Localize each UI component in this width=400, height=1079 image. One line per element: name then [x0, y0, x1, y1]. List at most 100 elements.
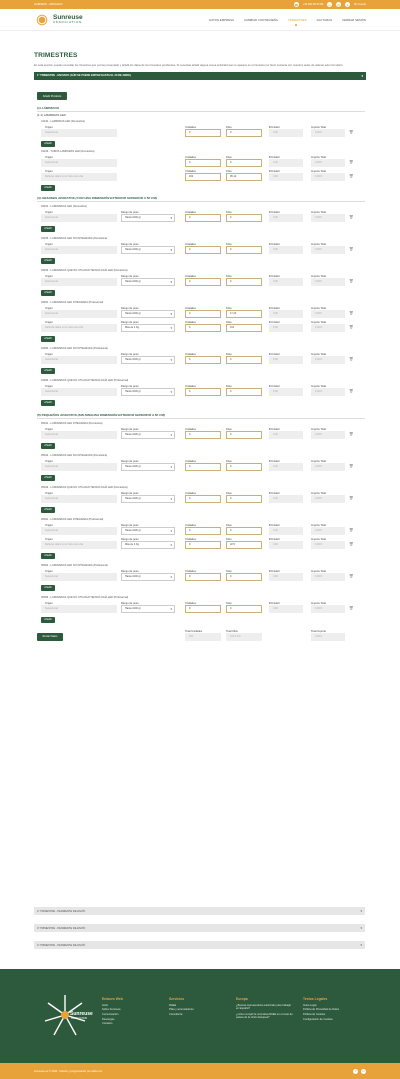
- rango-select[interactable]: Hasta 1000 gr: [121, 387, 175, 396]
- add-row-button[interactable]: Añadir: [41, 506, 55, 513]
- unidades-input[interactable]: 0: [185, 540, 221, 549]
- kilos-input[interactable]: 0: [226, 604, 262, 613]
- rango-select[interactable]: Hasta 1000 gr: [121, 604, 175, 613]
- rango-select[interactable]: Más de 4 Kg: [121, 540, 175, 549]
- quarter-2-header[interactable]: 2º TRIMESTRE - PENDIENTE DE ENVÍO ▾: [34, 907, 365, 915]
- rango-select[interactable]: Más de 4 Kg: [121, 323, 175, 332]
- add-row-button[interactable]: Añadir: [41, 335, 55, 342]
- add-row-button[interactable]: Añadir: [41, 552, 55, 559]
- footer-link[interactable]: Contacto: [102, 1022, 157, 1027]
- kilos-input[interactable]: 0: [226, 245, 262, 254]
- kilos-input[interactable]: 22,5: [226, 540, 262, 549]
- account-link[interactable]: Mi Cuenta: [354, 3, 366, 6]
- nav-datos-empresa[interactable]: DATOS EMPRESA: [209, 18, 234, 22]
- origen-input[interactable]: Seleccionar: [41, 213, 117, 222]
- trash-icon[interactable]: 🗑: [349, 311, 353, 315]
- rango-select[interactable]: Hasta 1000 gr: [121, 494, 175, 503]
- kilos-input[interactable]: 0: [226, 355, 262, 364]
- unidades-input[interactable]: 162: [185, 172, 221, 181]
- kilos-input[interactable]: 95,12: [226, 172, 262, 181]
- linkedin-icon[interactable]: in: [361, 1068, 366, 1074]
- origen-input[interactable]: Seleccionar: [41, 309, 117, 318]
- trash-icon[interactable]: 🗑: [349, 174, 353, 178]
- add-row-button[interactable]: Añadir: [41, 399, 55, 406]
- trash-icon[interactable]: 🗑: [349, 606, 353, 610]
- origen-input[interactable]: Seleccionar: [41, 604, 117, 613]
- unidades-input[interactable]: 0: [185, 430, 221, 439]
- trash-icon[interactable]: 🗑: [349, 464, 353, 468]
- kilos-input[interactable]: 0: [226, 494, 262, 503]
- add-row-button[interactable]: Añadir: [41, 225, 55, 232]
- kilos-input[interactable]: 0: [226, 572, 262, 581]
- unidades-input[interactable]: 0: [185, 526, 221, 535]
- kilos-input[interactable]: 0: [226, 213, 262, 222]
- rango-select[interactable]: Hasta 1000 gr: [121, 309, 175, 318]
- trash-icon[interactable]: 🗑: [349, 130, 353, 134]
- unidades-input[interactable]: 0: [185, 309, 221, 318]
- top-phone[interactable]: +34 960 66 56 80: [303, 3, 323, 6]
- unidades-input[interactable]: 0: [185, 323, 221, 332]
- trash-icon[interactable]: 🗑: [349, 325, 353, 329]
- trash-icon[interactable]: 🗑: [349, 496, 353, 500]
- kilos-input[interactable]: 0: [226, 387, 262, 396]
- trash-icon[interactable]: 🗑: [349, 279, 353, 283]
- origen-input[interactable]: Rellenar datos en el resto de la liá: [41, 323, 117, 332]
- unidades-input[interactable]: 0: [185, 462, 221, 471]
- quarter-1-header[interactable]: 1º TRIMESTRE - ENVIADO (AÚN SE PUEDE EDI…: [34, 71, 366, 80]
- rango-select[interactable]: Hasta 1000 gr: [121, 213, 175, 222]
- rango-select[interactable]: Hasta 1000 gr: [121, 277, 175, 286]
- trash-icon[interactable]: 🗑: [349, 528, 353, 532]
- nav-facturas[interactable]: FACTURAS: [317, 18, 332, 22]
- origen-input[interactable]: Seleccionar: [41, 277, 117, 286]
- origen-input[interactable]: Seleccionar: [41, 572, 117, 581]
- footer-link[interactable]: ¿Buscas representante autorizado para tr…: [236, 1004, 294, 1011]
- kilos-input[interactable]: 0: [226, 526, 262, 535]
- nav-cambiar-contrasena[interactable]: CAMBIAR CONTRASEÑA: [244, 18, 278, 22]
- kilos-input[interactable]: 17,23: [226, 309, 262, 318]
- add-row-button[interactable]: Añadir: [41, 289, 55, 296]
- unidades-input[interactable]: 0: [185, 355, 221, 364]
- quarter-3-header[interactable]: 3º TRIMESTRE - PENDIENTE DE ENVÍO ▾: [34, 924, 365, 932]
- unidades-input[interactable]: 0: [185, 128, 221, 137]
- unidades-input[interactable]: 0: [185, 158, 221, 167]
- unidades-input[interactable]: 0: [185, 213, 221, 222]
- origen-input[interactable]: Seleccionar: [41, 430, 117, 439]
- nav-trimestres[interactable]: TRIMESTRES: [288, 18, 307, 26]
- add-row-button[interactable]: Añadir: [41, 584, 55, 591]
- add-row-button[interactable]: Añadir: [41, 474, 55, 481]
- kilos-input[interactable]: 0: [226, 128, 262, 137]
- rango-select[interactable]: Hasta 1000 gr: [121, 355, 175, 364]
- kilos-input[interactable]: 0: [226, 277, 262, 286]
- trash-icon[interactable]: 🗑: [349, 215, 353, 219]
- origen-input[interactable]: Rellenar datos en el resto de la liá: [41, 540, 117, 549]
- add-row-button[interactable]: Añadir: [41, 616, 55, 623]
- unidades-input[interactable]: 0: [185, 245, 221, 254]
- kilos-input[interactable]: 0: [226, 158, 262, 167]
- nav-cerrar-sesion[interactable]: CERRAR SESIÓN: [342, 18, 366, 22]
- origen-input[interactable]: Seleccionar: [41, 128, 117, 137]
- add-row-button[interactable]: Añadir: [41, 257, 55, 264]
- trash-icon[interactable]: 🗑: [349, 389, 353, 393]
- unidades-input[interactable]: 0: [185, 277, 221, 286]
- rango-select[interactable]: Hasta 1000 gr: [121, 245, 175, 254]
- footer-link[interactable]: ¿Cómo cumplir la normativa RAEE en el re…: [236, 1013, 294, 1020]
- kilos-input[interactable]: 0: [226, 462, 262, 471]
- origen-input[interactable]: Seleccionar: [41, 526, 117, 535]
- add-product-button[interactable]: Añadir Producto: [37, 92, 67, 101]
- footer-link[interactable]: Configuración de Cookies: [303, 1018, 363, 1023]
- trash-icon[interactable]: 🗑: [349, 357, 353, 361]
- trash-icon[interactable]: 🗑: [349, 432, 353, 436]
- kilos-input[interactable]: 0: [226, 430, 262, 439]
- origen-input[interactable]: Seleccionar: [41, 245, 117, 254]
- logo[interactable]: Sunreuse ASSOCIATION: [34, 11, 83, 28]
- origen-input[interactable]: Seleccionar: [41, 462, 117, 471]
- unidades-input[interactable]: 0: [185, 387, 221, 396]
- trash-icon[interactable]: 🗑: [349, 160, 353, 164]
- rango-select[interactable]: Hasta 1000 gr: [121, 430, 175, 439]
- origen-input[interactable]: Seleccionar: [41, 355, 117, 364]
- footer-link[interactable]: Consultoría: [169, 1013, 229, 1018]
- rango-select[interactable]: Hasta 1000 gr: [121, 526, 175, 535]
- rango-select[interactable]: Hasta 1000 gr: [121, 572, 175, 581]
- origen-input[interactable]: Seleccionar: [41, 387, 117, 396]
- add-row-button[interactable]: Añadir: [41, 367, 55, 374]
